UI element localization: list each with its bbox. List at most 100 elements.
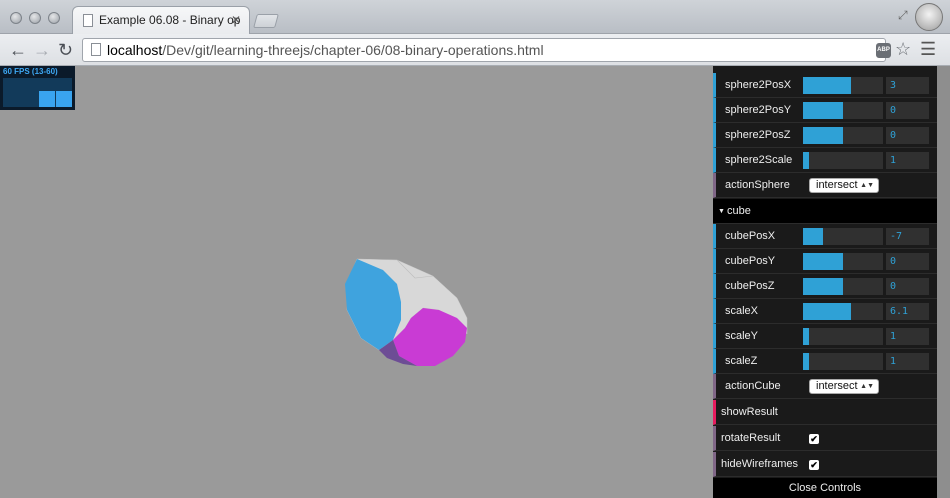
control-label: hideWireframes [721, 458, 799, 470]
fps-stats-panel[interactable]: 60 FPS (13-60) [0, 66, 75, 110]
caret-down-icon: ▼ [718, 208, 725, 215]
page-icon [91, 43, 101, 56]
control-row-sphere2Scale: sphere2Scale 1 [713, 148, 937, 173]
control-label: sphere2PosY [725, 104, 792, 116]
control-label: scaleX [725, 305, 759, 317]
number-input[interactable]: 1 [886, 152, 929, 169]
bookmark-star-icon[interactable]: ☆ [895, 39, 911, 60]
control-label: actionCube [725, 380, 781, 392]
number-input[interactable]: 6.1 [886, 303, 929, 320]
control-row-cubePosX: cubePosX -7 [713, 224, 937, 249]
slider-fill [803, 278, 843, 295]
control-label: scaleY [725, 330, 759, 342]
control-row-sphere2PosX: sphere2PosX 3 [713, 73, 937, 98]
slider[interactable] [803, 253, 883, 270]
slider-fill [803, 253, 843, 270]
rotate-result-checkbox[interactable]: ✔ [809, 434, 819, 444]
chevron-updown-icon: ▲▼ [860, 182, 874, 189]
slider[interactable] [803, 152, 883, 169]
action-sphere-select[interactable]: intersect ▲▼ [809, 178, 879, 193]
slider-fill [803, 328, 810, 345]
control-label: cubePosZ [725, 280, 775, 292]
browser-toolbar: ← → ↻ localhost/Dev/git/learning-threejs… [0, 34, 950, 66]
slider[interactable] [803, 353, 883, 370]
control-label: showResult [721, 406, 778, 418]
slider-fill [803, 102, 843, 119]
fps-graph-bar [56, 91, 72, 107]
slider[interactable] [803, 278, 883, 295]
slider[interactable] [803, 303, 883, 320]
slider-fill [803, 228, 823, 245]
window-close-button[interactable] [10, 12, 22, 24]
control-label: scaleZ [725, 355, 758, 367]
menu-icon[interactable]: ☰ [920, 39, 936, 60]
number-input[interactable]: 0 [886, 253, 929, 270]
tab-close-icon[interactable]: ✕ [231, 7, 241, 33]
url-host: localhost [107, 42, 163, 58]
close-controls-button[interactable]: Close Controls [713, 478, 937, 498]
slider-fill [803, 77, 851, 94]
slider[interactable] [803, 328, 883, 345]
fullscreen-icon[interactable]: ⤢ [898, 8, 908, 23]
window-titlebar: Example 06.08 - Binary op ✕ ⤢ [0, 0, 950, 34]
control-row-scaleX: scaleX 6.1 [713, 299, 937, 324]
select-value: intersect [816, 380, 858, 392]
new-tab-button[interactable] [253, 14, 279, 28]
window-zoom-button[interactable] [48, 12, 60, 24]
control-label: actionSphere [725, 179, 790, 191]
browser-tab[interactable]: Example 06.08 - Binary op ✕ [72, 6, 250, 34]
webgl-viewport[interactable]: 60 FPS (13-60) sphere2PosX 3 sphere2PosY… [0, 66, 950, 498]
control-row-sphere2PosY: sphere2PosY 0 [713, 98, 937, 123]
hide-wireframes-checkbox[interactable]: ✔ [809, 460, 819, 470]
number-input[interactable]: 0 [886, 102, 929, 119]
slider-fill [803, 353, 810, 370]
reload-icon[interactable]: ↻ [58, 39, 73, 61]
number-input[interactable]: 1 [886, 353, 929, 370]
control-label: sphere2PosX [725, 79, 792, 91]
forward-arrow-icon[interactable]: → [33, 39, 51, 61]
number-input[interactable]: 0 [886, 127, 929, 144]
number-input[interactable]: -7 [886, 228, 929, 245]
number-input[interactable]: 0 [886, 278, 929, 295]
slider[interactable] [803, 77, 883, 94]
action-cube-select[interactable]: intersect ▲▼ [809, 379, 879, 394]
control-row-actionSphere: actionSphere intersect ▲▼ [713, 173, 937, 198]
control-label: sphere2Scale [725, 154, 793, 166]
control-label: cubePosX [725, 230, 776, 242]
control-label: sphere2PosZ [725, 129, 791, 141]
csg-result-mesh [345, 258, 468, 366]
slider[interactable] [803, 127, 883, 144]
slider-fill [803, 127, 843, 144]
dat-gui-panel: sphere2PosX 3 sphere2PosY 0 sphere2PosZ … [713, 66, 937, 498]
fps-graph [3, 78, 72, 107]
page-icon [83, 14, 93, 27]
gui-scrollbar[interactable] [937, 66, 950, 498]
adblock-icon[interactable]: ABP [876, 43, 891, 58]
address-bar[interactable]: localhost/Dev/git/learning-threejs/chapt… [82, 38, 886, 62]
slider[interactable] [803, 102, 883, 119]
fps-graph-bar [39, 91, 55, 107]
control-row-sphere2PosZ: sphere2PosZ 0 [713, 123, 937, 148]
control-row-cubePosZ: cubePosZ 0 [713, 274, 937, 299]
control-row-rotateResult: rotateResult ✔ [713, 426, 937, 451]
folder-label: cube [727, 205, 751, 217]
back-arrow-icon[interactable]: ← [9, 39, 27, 61]
profile-avatar[interactable] [915, 3, 943, 31]
window-minimize-button[interactable] [29, 12, 41, 24]
control-row-cubePosY: cubePosY 0 [713, 249, 937, 274]
folder-cube[interactable]: ▼ cube [713, 199, 937, 224]
select-value: intersect [816, 179, 858, 191]
chevron-updown-icon: ▲▼ [860, 383, 874, 390]
control-row-scaleZ: scaleZ 1 [713, 349, 937, 374]
control-row-hideWireframes: hideWireframes ✔ [713, 452, 937, 477]
slider[interactable] [803, 228, 883, 245]
control-label: rotateResult [721, 432, 781, 444]
control-row-scaleY: scaleY 1 [713, 324, 937, 349]
control-label: cubePosY [725, 255, 776, 267]
control-row-actionCube: actionCube intersect ▲▼ [713, 374, 937, 399]
show-result-button[interactable]: showResult [713, 400, 937, 425]
number-input[interactable]: 3 [886, 77, 929, 94]
fps-text: 60 FPS (13-60) [3, 67, 58, 76]
number-input[interactable]: 1 [886, 328, 929, 345]
url-path: /Dev/git/learning-threejs/chapter-06/08-… [162, 42, 544, 58]
